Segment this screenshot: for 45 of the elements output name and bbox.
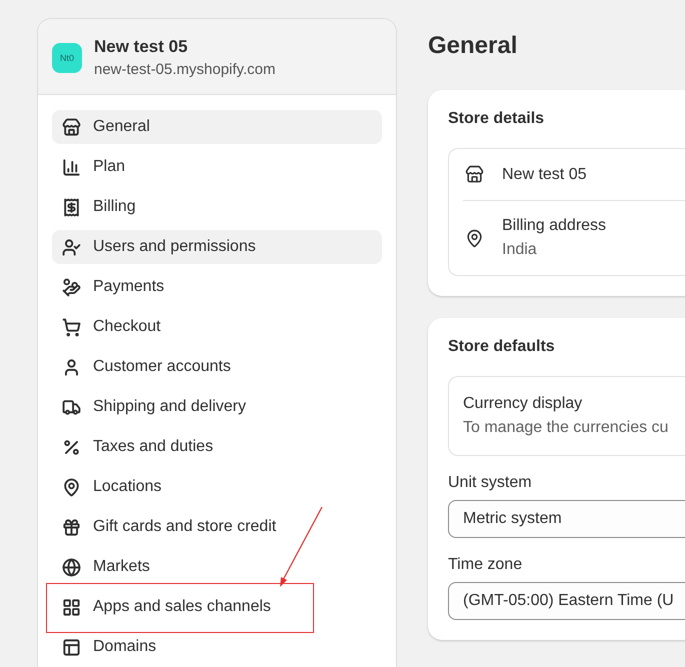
gift-icon xyxy=(62,518,81,536)
sidebar-item[interactable]: General xyxy=(52,110,382,144)
page-title: General xyxy=(428,32,518,60)
sidebar-item[interactable]: Domains xyxy=(52,630,382,664)
user-icon xyxy=(62,358,81,376)
currency-title: Currency display xyxy=(463,395,584,413)
truck-icon xyxy=(62,398,81,416)
sidebar-item[interactable]: Markets xyxy=(52,550,382,584)
bar-chart-icon xyxy=(62,158,81,176)
select-field[interactable]: (GMT-05:00) Eastern Time (U xyxy=(448,582,685,620)
sidebar-item[interactable]: Taxes and duties xyxy=(52,430,382,464)
percent-icon xyxy=(62,438,81,456)
sidebar-item[interactable]: Users and permissions xyxy=(52,230,382,264)
user-check-icon xyxy=(62,238,81,256)
field-label: Time zone xyxy=(448,556,524,574)
grid-icon xyxy=(62,598,81,616)
store-icon xyxy=(465,165,484,184)
store-avatar: Nt0 xyxy=(52,42,82,72)
sidebar-item[interactable]: Checkout xyxy=(52,310,382,344)
sidebar-item[interactable]: Gift cards and store credit xyxy=(52,510,382,544)
sidebar-item[interactable]: Apps and sales channels xyxy=(52,590,382,624)
currency-description: To manage the currencies cu xyxy=(463,419,668,437)
sidebar-item[interactable]: Locations xyxy=(52,470,382,504)
card-title: Store details xyxy=(448,110,546,128)
cart-icon xyxy=(62,318,81,336)
billing-value: India xyxy=(502,241,538,259)
select-field[interactable]: Metric system xyxy=(448,500,685,538)
store-name: New test 05 xyxy=(502,166,586,184)
sidebar-item[interactable]: Payments xyxy=(52,270,382,304)
store-domain: new-test-05.myshopify.com xyxy=(94,61,276,78)
billing-label: Billing address xyxy=(502,217,606,235)
receipt-icon xyxy=(62,198,81,216)
store-icon xyxy=(62,118,81,136)
map-pin-icon xyxy=(62,478,81,496)
sidebar-item[interactable]: Customer accounts xyxy=(52,350,382,384)
hand-coins-icon xyxy=(62,278,81,296)
field-label: Unit system xyxy=(448,474,533,492)
store-name: New test 05 xyxy=(94,37,189,57)
browser-window-icon xyxy=(62,638,81,656)
sidebar-item[interactable]: Plan xyxy=(52,150,382,184)
map-pin-icon xyxy=(465,228,484,248)
card-title: Store defaults xyxy=(448,338,556,356)
sidebar-item[interactable]: Shipping and delivery xyxy=(52,390,382,424)
sidebar-item[interactable]: Billing xyxy=(52,190,382,224)
globe-icon xyxy=(62,558,81,576)
